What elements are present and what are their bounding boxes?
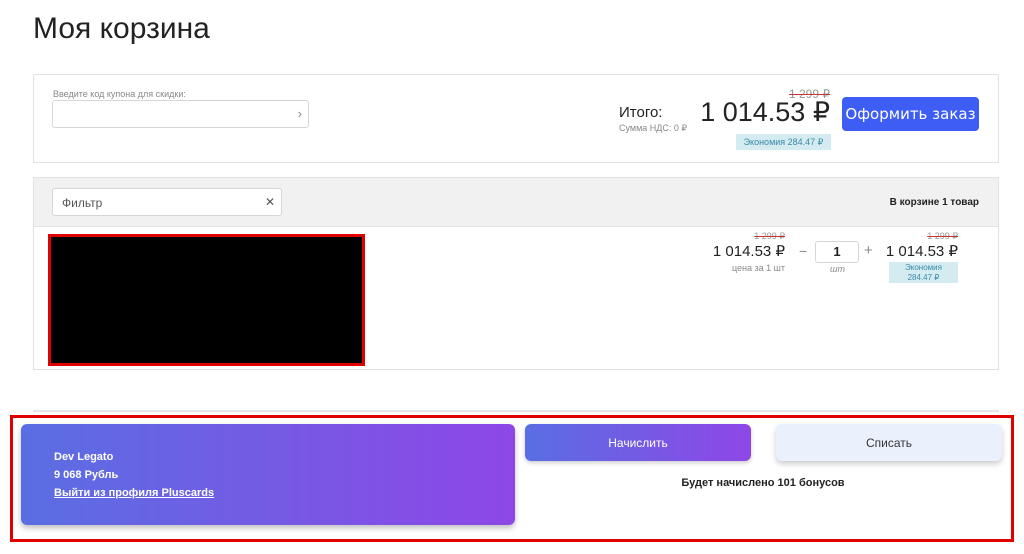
redeem-button[interactable]: Списать	[776, 424, 1002, 461]
item-savings-label: Экономия	[905, 263, 942, 272]
item-savings-value: 284.47 ₽	[907, 273, 940, 282]
coupon-input[interactable]: ›	[52, 100, 309, 128]
increase-qty-button[interactable]: +	[864, 242, 873, 259]
page-title: Моя корзина	[33, 12, 210, 45]
item-savings-badge: Экономия 284.47 ₽	[889, 262, 958, 283]
checkout-button[interactable]: Оформить заказ	[842, 97, 979, 131]
product-image[interactable]	[48, 234, 365, 366]
cart-count: В корзине 1 товар	[889, 197, 979, 208]
item-price: 1 014.53 ₽	[712, 243, 785, 260]
accrue-button[interactable]: Начислить	[525, 424, 751, 461]
loyalty-card: Dev Legato 9 068 Рубль Выйти из профиля …	[21, 424, 515, 525]
decrease-qty-button[interactable]: −	[799, 243, 807, 259]
loyalty-balance: 9 068 Рубль	[54, 469, 119, 481]
coupon-label: Введите код купона для скидки:	[53, 89, 186, 99]
item-total-price: 1 014.53 ₽	[885, 243, 958, 260]
loyalty-name: Dev Legato	[54, 451, 114, 463]
logout-link[interactable]: Выйти из профиля Pluscards	[54, 487, 214, 499]
item-total-old-price: 1 299 ₽	[927, 231, 958, 241]
total-price: 1 014.53 ₽	[700, 97, 830, 127]
unit-label: шт	[830, 264, 845, 274]
filter-placeholder: Фильтр	[62, 196, 103, 210]
quantity-input[interactable]: 1	[815, 241, 859, 263]
close-icon[interactable]: ✕	[265, 195, 275, 209]
total-label: Итого:	[619, 104, 663, 121]
item-price-note: цена за 1 шт	[731, 263, 785, 273]
bonus-info: Будет начислено 101 бонусов	[681, 477, 845, 489]
chevron-right-icon[interactable]: ›	[298, 106, 302, 121]
filter-input[interactable]: Фильтр ✕	[52, 188, 282, 216]
savings-badge: Экономия 284.47 ₽	[736, 134, 831, 150]
item-old-price: 1 299 ₽	[754, 231, 785, 241]
divider	[33, 410, 999, 412]
vat-amount: Сумма НДС: 0 ₽	[619, 123, 688, 133]
